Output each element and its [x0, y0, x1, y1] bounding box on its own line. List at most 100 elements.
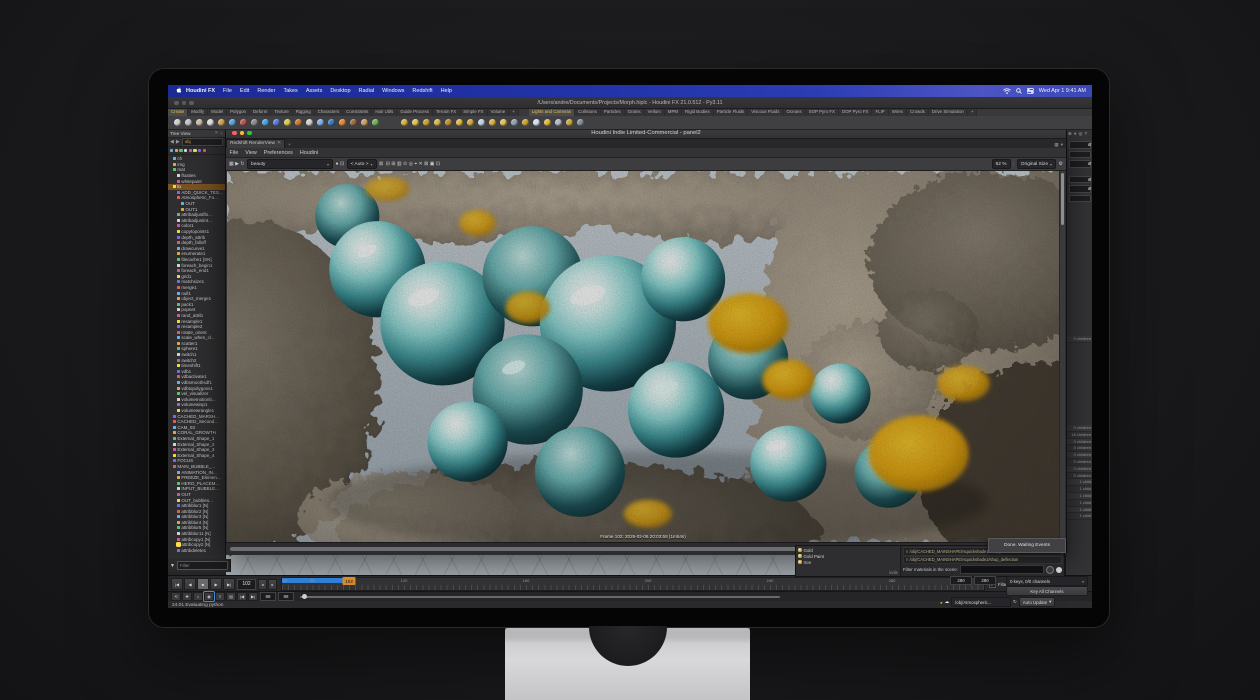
playhead[interactable]: 102 [343, 577, 356, 585]
shelf-tool-icon[interactable] [262, 119, 269, 126]
children-count-row[interactable]: 0 children [1066, 336, 1092, 343]
children-count-row[interactable]: 1 child [1066, 513, 1092, 520]
tree-category-icon[interactable] [193, 149, 196, 152]
timeline[interactable]: 8090120160200240280102 [281, 577, 985, 591]
playbar-option-button[interactable]: ✚ [182, 592, 192, 601]
shelf-tool-icon[interactable] [566, 119, 573, 126]
shelf-tool-icon[interactable] [544, 119, 551, 126]
shelf-tab[interactable]: DOP Pyro FX [839, 108, 873, 116]
range-start-field-2[interactable]: 88 [278, 592, 294, 601]
children-count-row[interactable]: 1 child [1066, 507, 1092, 514]
menubar-clock[interactable]: Wed Apr 1 9:41 AM [1039, 88, 1086, 94]
shelf-tool-icon[interactable] [555, 119, 562, 126]
shelf-tool-icon[interactable] [185, 119, 192, 126]
shelf-tab[interactable]: Guide Process [397, 108, 433, 116]
children-count-row[interactable]: 0 children [1066, 425, 1092, 432]
shelf-tab[interactable]: Volume [488, 108, 510, 116]
refresh-icon[interactable]: ↻ [1013, 599, 1017, 605]
shelf-tab[interactable]: Oceans [784, 108, 806, 116]
menubar-item[interactable]: Houdini FX [182, 88, 219, 94]
tree-item[interactable]: CACHED_Second... [168, 419, 225, 425]
render-menu-item[interactable]: File [226, 150, 242, 156]
shelf-tool-icon[interactable] [489, 119, 496, 126]
shelf-tab[interactable]: Collisions [575, 108, 601, 116]
shelf-tool-icon[interactable] [174, 119, 181, 126]
children-count-row[interactable]: 1 child [1066, 493, 1092, 500]
shelf-tab[interactable]: SOP Pyro FX [806, 108, 839, 116]
next-key-button[interactable]: ▸ [268, 579, 277, 590]
shelf-tool-icon[interactable] [229, 119, 236, 126]
shelf-tool-icon[interactable] [273, 119, 280, 126]
shelf-tool-icon[interactable] [401, 119, 408, 126]
tree-filter-input[interactable]: Filter [177, 561, 228, 570]
shelf-tab[interactable]: Drive Simulation [929, 108, 968, 116]
shelf-tool-icon[interactable] [456, 119, 463, 126]
render-view-window[interactable]: Houdini Indie Limited-Commercial - panel… [225, 126, 1067, 553]
shelf-tab[interactable]: + [509, 108, 519, 116]
menubar-item[interactable]: Takes [279, 88, 301, 94]
apple-logo-icon[interactable] [175, 87, 182, 95]
tree-category-icon[interactable] [203, 149, 206, 152]
children-count-row[interactable]: 1 child [1066, 479, 1092, 486]
menubar-item[interactable]: Desktop [326, 88, 354, 94]
shelf-tab[interactable]: Wires [889, 108, 907, 116]
shelf-tab[interactable]: Lights and Cameras [529, 108, 575, 116]
shelf-tab[interactable]: MPM [665, 108, 682, 116]
size-dropdown[interactable]: Original Size▾ [1017, 159, 1056, 169]
menubar-item[interactable]: Edit [236, 88, 253, 94]
children-count-row[interactable]: 18 children [1066, 432, 1092, 439]
transport-button[interactable]: ■ [197, 578, 209, 590]
shelf-tool-icon[interactable] [467, 119, 474, 126]
param-field[interactable]: ⊞ [1069, 141, 1091, 149]
window-controls[interactable] [174, 101, 194, 106]
shelf-tool-icon[interactable] [423, 119, 430, 126]
shelf-tab[interactable]: Simple FX [460, 108, 487, 116]
wifi-icon[interactable] [1003, 88, 1011, 94]
shelf-tab[interactable]: Particle Fluids [714, 108, 749, 116]
shelf-tool-icon[interactable] [317, 119, 324, 126]
playbar-option-button[interactable]: ≡ [215, 592, 225, 601]
menubar-item[interactable]: Render [253, 88, 279, 94]
shelf-tab[interactable]: Texture [271, 108, 292, 116]
shelf-tab[interactable]: Grains [625, 108, 645, 116]
auto-update-dropdown[interactable]: Auto Update▾ [1019, 597, 1056, 607]
tab-close-icon[interactable]: ✕ [214, 130, 218, 136]
transport-button[interactable]: ▶| [223, 578, 235, 590]
lock-icon[interactable]: ⊠ [379, 161, 383, 167]
render-menu-item[interactable]: Preferences [260, 150, 296, 156]
shelf-tool-icon[interactable] [522, 119, 529, 126]
shelf-tool-icon[interactable] [533, 119, 540, 126]
key-all-channels-button[interactable]: Key All Channels [1006, 586, 1088, 596]
filter-toggle-icon[interactable] [1046, 566, 1054, 574]
shelf-tab[interactable]: Create [168, 108, 188, 116]
shelf-tab[interactable]: Crowds [907, 108, 929, 116]
shelf-tool-icon[interactable] [251, 119, 258, 126]
right-panel-icon[interactable]: ⌖ [1074, 131, 1077, 137]
shelf-tool-icon[interactable] [511, 119, 518, 126]
materials-filter-input[interactable] [960, 565, 1044, 574]
tree-path-field[interactable]: obj [182, 138, 223, 146]
context-path-field[interactable]: /obj/Atmospheric... [951, 597, 1011, 607]
children-count-row[interactable]: 0 children [1066, 439, 1092, 446]
filter-sphere-icon[interactable] [1056, 567, 1062, 573]
shelf-tab[interactable]: Viscous Fluids [748, 108, 783, 116]
range-start-field[interactable]: 88 [260, 592, 276, 601]
right-panel-icon[interactable]: ? [1084, 131, 1087, 137]
shelf-tool-icon[interactable] [434, 119, 441, 126]
tree-item[interactable]: attribdelete1 [168, 548, 225, 554]
shelf-tool-icon[interactable] [372, 119, 379, 126]
transport-button[interactable]: ◀ [184, 578, 196, 590]
playbar-option-button[interactable]: |◀ [237, 592, 247, 601]
keys-dropdown[interactable]: 0 keys, 0/0 channels▾ [1006, 576, 1088, 586]
range-end-field[interactable]: 280 [950, 576, 972, 585]
bucket-dropdown[interactable]: < Auto >▾ [347, 159, 377, 169]
param-field[interactable] [1069, 151, 1091, 159]
shelf-tool-icon[interactable] [284, 119, 291, 126]
houdini-titlebar[interactable]: /Users/andre/Documents/Projects/Morph.hi… [168, 97, 1092, 109]
tab-add-icon[interactable]: + [220, 131, 223, 136]
menubar-item[interactable]: Redshift [408, 88, 436, 94]
render-toolbar-icon[interactable]: ▦ ▶ ↻ [229, 161, 245, 167]
back-arrow-icon[interactable]: ◀ [170, 139, 174, 145]
tab-add-icon[interactable]: + [285, 143, 294, 148]
render-toolbar-icon[interactable]: ⊟ ⊞ ▥ ⊙ ◎ ⌖ ✕ ⊠ ▣ ⊡ [386, 161, 440, 167]
